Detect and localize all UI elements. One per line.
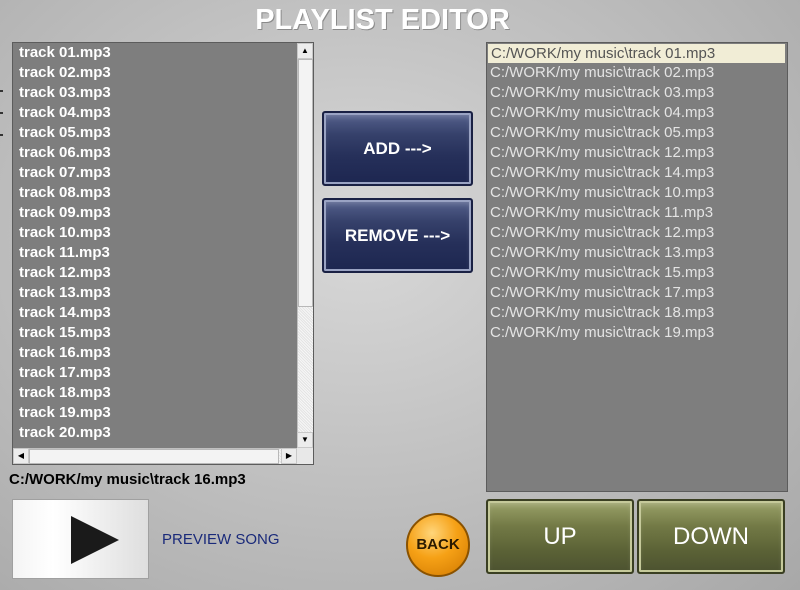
- scroll-down-icon[interactable]: ▼: [297, 432, 313, 448]
- scroll-left-icon[interactable]: ◀: [13, 448, 29, 464]
- horizontal-scrollbar[interactable]: ◀ ▶: [13, 448, 297, 464]
- playlist-item[interactable]: C:/WORK/my music\track 12.mp3: [487, 143, 787, 163]
- playlist-item[interactable]: C:/WORK/my music\track 14.mp3: [487, 163, 787, 183]
- list-item[interactable]: track 03.mp3: [13, 83, 297, 103]
- list-item[interactable]: track 16.mp3: [13, 343, 297, 363]
- list-item[interactable]: track 20.mp3: [13, 423, 297, 443]
- list-item[interactable]: track 15.mp3: [13, 323, 297, 343]
- list-item[interactable]: track 18.mp3: [13, 383, 297, 403]
- playlist-item[interactable]: C:/WORK/my music\track 17.mp3: [487, 283, 787, 303]
- vertical-scrollbar[interactable]: ▲ ▼: [297, 43, 313, 448]
- current-file-path: C:/WORK/my music\track 16.mp3: [9, 471, 246, 488]
- list-item[interactable]: track 11.mp3: [13, 243, 297, 263]
- list-item[interactable]: track 13.mp3: [13, 283, 297, 303]
- horizontal-scroll-thumb[interactable]: [29, 449, 279, 464]
- remove-button[interactable]: REMOVE --->: [322, 198, 473, 273]
- file-list-items: track 01.mp3 track 02.mp3 track 03.mp3 trac…: [13, 43, 297, 448]
- playlist-item[interactable]: C:/WORK/my music\track 15.mp3: [487, 263, 787, 283]
- playlist-item[interactable]: C:/WORK/my music\track 10.mp3: [487, 183, 787, 203]
- playlist-item[interactable]: C:/WORK/my music\track 01.mp3: [488, 44, 785, 63]
- playlist-item[interactable]: C:/WORK/my music\track 02.mp3: [487, 63, 787, 83]
- add-button[interactable]: ADD --->: [322, 111, 473, 186]
- playlist-item[interactable]: C:/WORK/my music\track 12.mp3: [487, 223, 787, 243]
- list-item[interactable]: track 02.mp3: [13, 63, 297, 83]
- list-item[interactable]: track 08.mp3: [13, 183, 297, 203]
- list-item[interactable]: track 01.mp3: [13, 43, 297, 63]
- list-item[interactable]: track 05.mp3: [13, 123, 297, 143]
- playlist-item[interactable]: C:/WORK/my music\track 04.mp3: [487, 103, 787, 123]
- list-item[interactable]: track 07.mp3: [13, 163, 297, 183]
- list-item[interactable]: track 09.mp3: [13, 203, 297, 223]
- file-list[interactable]: track 01.mp3 track 02.mp3 track 03.mp3 trac…: [12, 42, 314, 465]
- playlist-item[interactable]: C:/WORK/my music\track 19.mp3: [487, 323, 787, 343]
- scrollbar-corner: [297, 448, 313, 464]
- play-button[interactable]: [12, 499, 149, 579]
- playlist-item[interactable]: C:/WORK/my music\track 05.mp3: [487, 123, 787, 143]
- list-item[interactable]: track 10.mp3: [13, 223, 297, 243]
- up-button[interactable]: UP: [486, 499, 634, 574]
- list-item[interactable]: track 19.mp3: [13, 403, 297, 423]
- preview-song-label: PREVIEW SONG: [162, 531, 280, 548]
- list-item[interactable]: track 17.mp3: [13, 363, 297, 383]
- playlist-item[interactable]: C:/WORK/my music\track 03.mp3: [487, 83, 787, 103]
- playlist[interactable]: C:/WORK/my music\track 01.mp3 C:/WORK/my …: [486, 42, 788, 492]
- playlist-item[interactable]: C:/WORK/my music\track 11.mp3: [487, 203, 787, 223]
- scroll-right-icon[interactable]: ▶: [281, 448, 297, 464]
- back-button[interactable]: BACK: [406, 513, 470, 577]
- play-icon: [71, 516, 119, 564]
- vertical-scroll-thumb[interactable]: [298, 59, 313, 307]
- list-item[interactable]: track 14.mp3: [13, 303, 297, 323]
- playlist-item[interactable]: C:/WORK/my music\track 18.mp3: [487, 303, 787, 323]
- page-title: PLAYLIST EDITOR: [255, 4, 510, 36]
- list-item[interactable]: track 12.mp3: [13, 263, 297, 283]
- scroll-up-icon[interactable]: ▲: [297, 43, 313, 59]
- edge-marks: [0, 90, 3, 150]
- list-item[interactable]: track 06.mp3: [13, 143, 297, 163]
- playlist-item[interactable]: C:/WORK/my music\track 13.mp3: [487, 243, 787, 263]
- list-item[interactable]: track 04.mp3: [13, 103, 297, 123]
- down-button[interactable]: DOWN: [637, 499, 785, 574]
